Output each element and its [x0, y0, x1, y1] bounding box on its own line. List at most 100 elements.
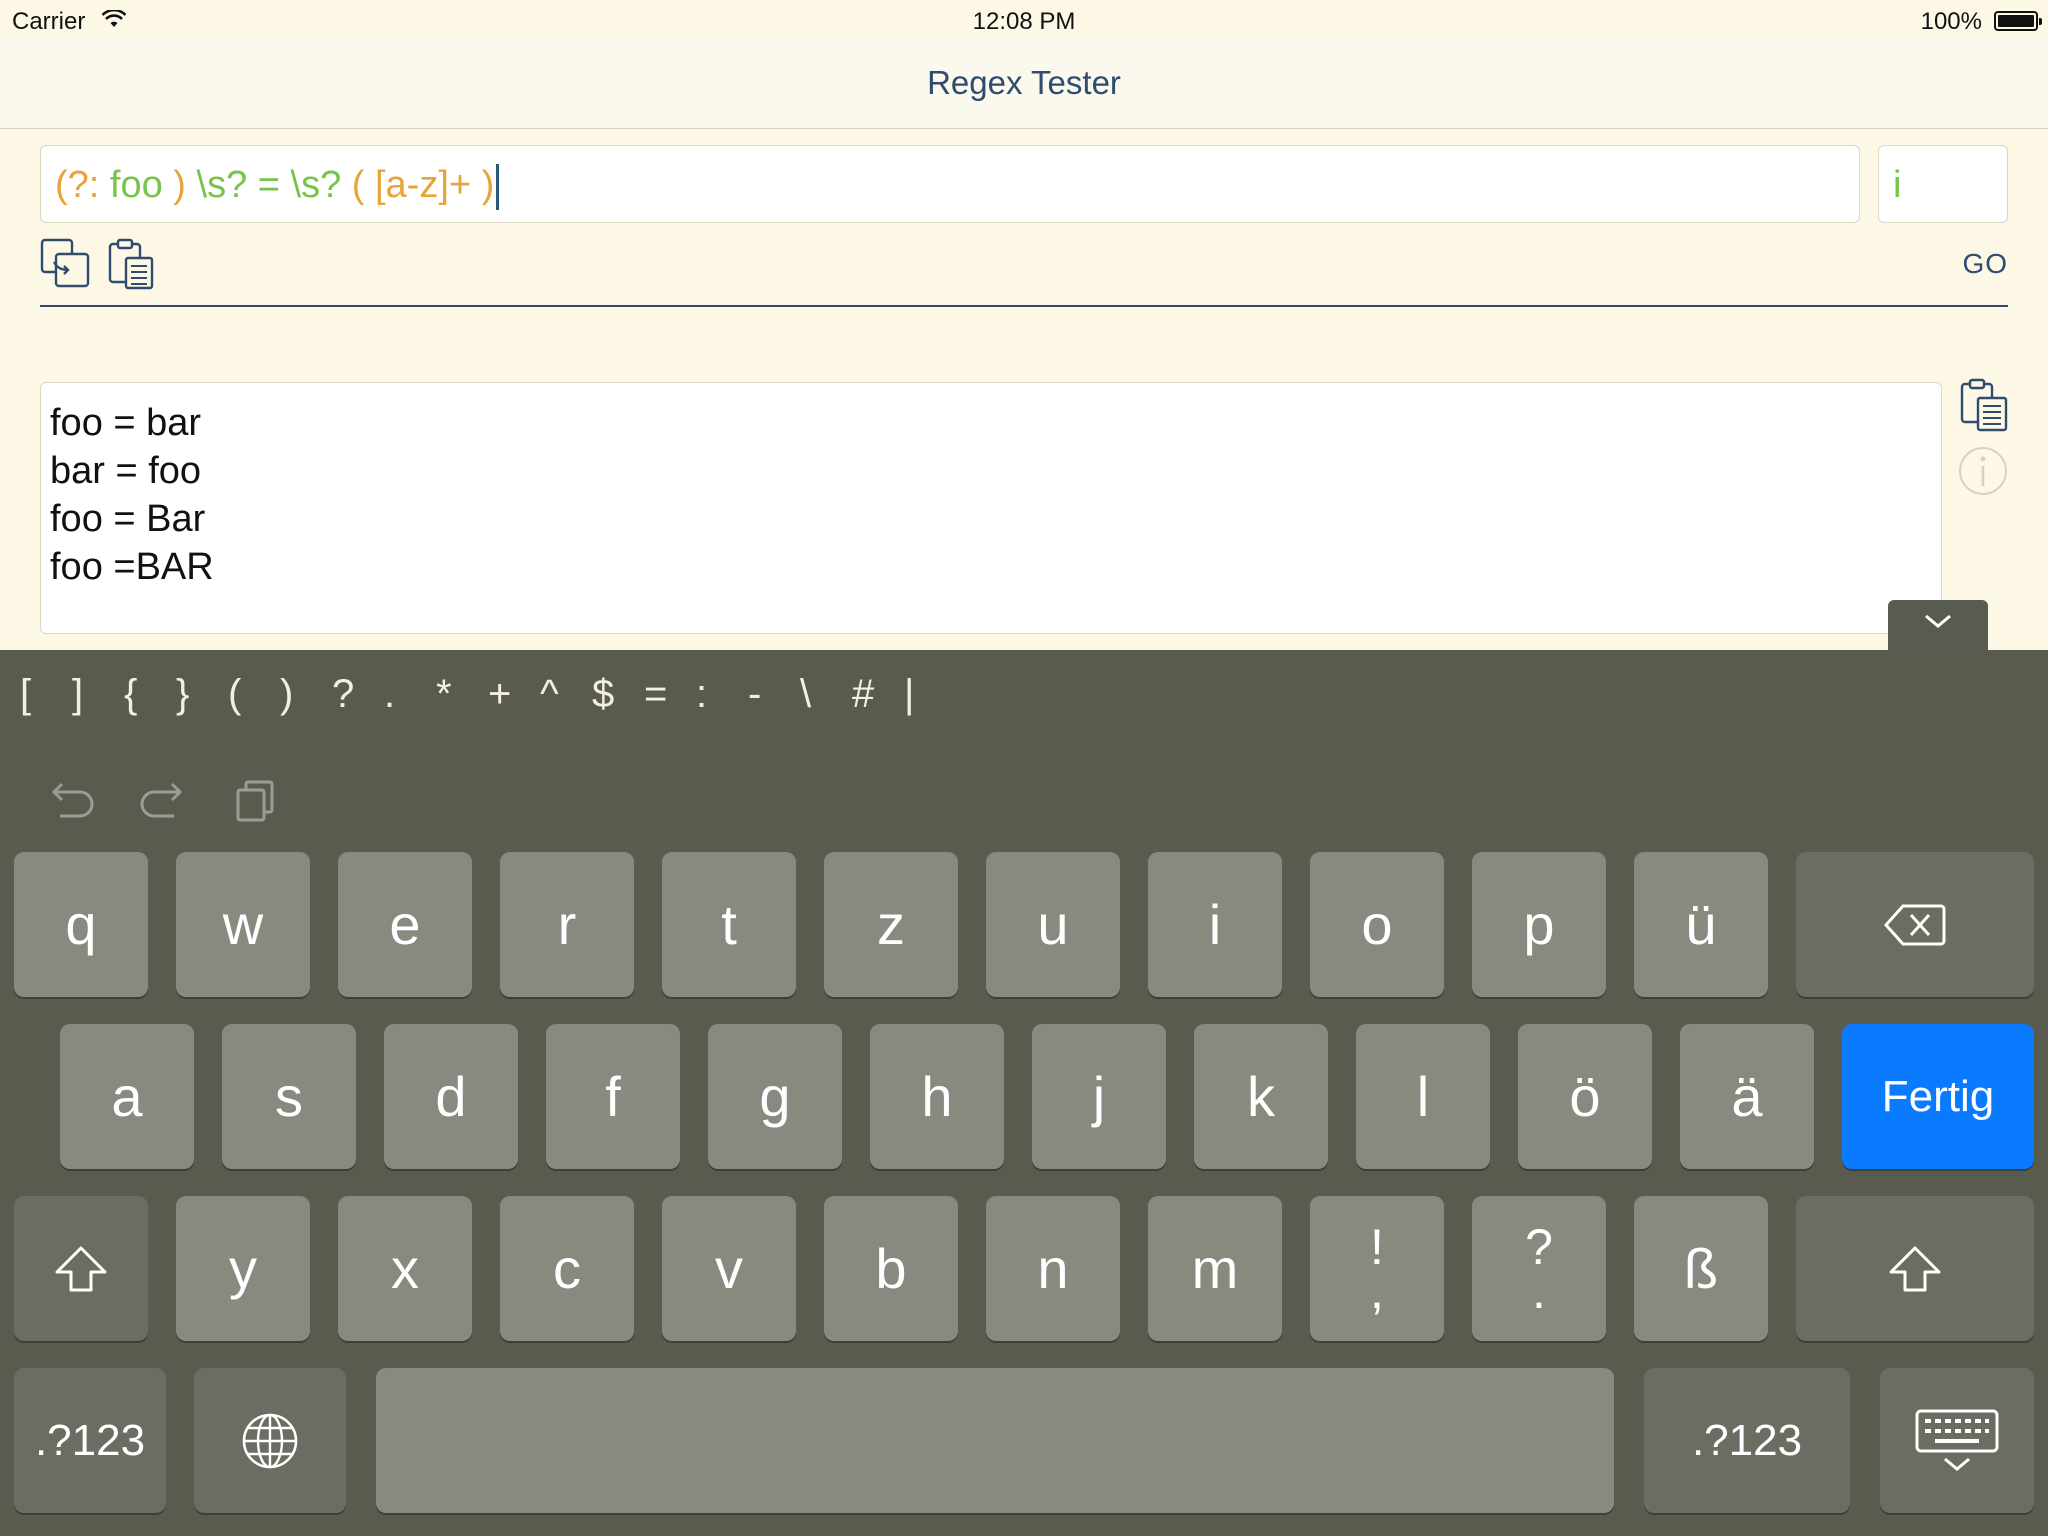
key-b[interactable]: b	[824, 1196, 958, 1341]
test-text-area[interactable]: foo = bar bar = foo foo = Bar foo =BAR	[40, 382, 1942, 634]
test-line: bar = foo	[50, 450, 202, 492]
test-line: foo =BAR	[50, 546, 214, 588]
key-h[interactable]: h	[870, 1024, 1004, 1169]
key-q[interactable]: q	[14, 852, 148, 997]
shift-key-right[interactable]	[1796, 1196, 2034, 1341]
key-exclamation-comma[interactable]: ! ,	[1310, 1196, 1444, 1341]
key-w[interactable]: w	[176, 852, 310, 997]
copy-regex-icon[interactable]	[40, 238, 92, 290]
symbol-key[interactable]: $	[592, 672, 644, 717]
keyboard: []{}()?. * + ^ $ =: - \ # | q w e r t z u i o p ü…	[0, 650, 2048, 1536]
symbol-key[interactable]: }	[176, 672, 228, 717]
key-m[interactable]: m	[1148, 1196, 1282, 1341]
key-i[interactable]: i	[1148, 852, 1282, 997]
globe-key[interactable]	[194, 1368, 346, 1513]
space-bar[interactable]	[376, 1368, 1614, 1513]
symbol-key[interactable]: -	[748, 672, 800, 717]
symbol-key[interactable]: :	[696, 672, 748, 717]
undo-icon[interactable]	[46, 778, 96, 824]
key-p[interactable]: p	[1472, 852, 1606, 997]
text-caret	[496, 164, 500, 210]
backspace-key[interactable]	[1796, 852, 2034, 997]
shift-key-left[interactable]	[14, 1196, 148, 1341]
symbol-key[interactable]: )	[280, 672, 332, 717]
key-e[interactable]: e	[338, 852, 472, 997]
shift-icon	[55, 1246, 107, 1291]
key-question-period[interactable]: ? .	[1472, 1196, 1606, 1341]
symbol-key[interactable]: *	[436, 672, 488, 717]
key-u[interactable]: u	[986, 852, 1120, 997]
regex-token: (?:	[55, 164, 110, 207]
symbol-key[interactable]: =	[644, 672, 696, 717]
key-a-umlaut[interactable]: ä	[1680, 1024, 1814, 1169]
divider	[40, 305, 2008, 307]
regex-token: )	[471, 164, 495, 207]
symbol-key[interactable]: ]	[72, 672, 124, 717]
key-top-char: ?	[1525, 1218, 1553, 1275]
key-y[interactable]: y	[176, 1196, 310, 1341]
key-o[interactable]: o	[1310, 852, 1444, 997]
key-s[interactable]: s	[222, 1024, 356, 1169]
symbol-key[interactable]: |	[904, 672, 956, 717]
key-r[interactable]: r	[500, 852, 634, 997]
numbers-key-left[interactable]: .?123	[14, 1368, 166, 1513]
hide-keyboard-icon	[1915, 1409, 1999, 1471]
regex-input[interactable]: (?: foo ) \s? = \s? ( [a-z]+ )	[40, 145, 1860, 223]
hide-keyboard-key[interactable]	[1880, 1368, 2034, 1513]
done-button[interactable]: Fertig	[1842, 1024, 2034, 1169]
key-j[interactable]: j	[1032, 1024, 1166, 1169]
symbol-key[interactable]: {	[124, 672, 176, 717]
symbol-key[interactable]: (	[228, 672, 280, 717]
symbol-key[interactable]: ^	[540, 672, 592, 717]
key-t[interactable]: t	[662, 852, 796, 997]
flags-input[interactable]: i	[1878, 145, 2008, 223]
regex-token: [a-z]+	[374, 164, 472, 207]
symbol-key[interactable]: +	[488, 672, 540, 717]
key-a[interactable]: a	[60, 1024, 194, 1169]
clock: 12:08 PM	[972, 8, 1076, 35]
key-l[interactable]: l	[1356, 1024, 1490, 1169]
go-button[interactable]: GO	[1962, 248, 2008, 280]
battery-percentage: 100%	[1920, 8, 1982, 35]
symbol-key[interactable]: \	[800, 672, 852, 717]
status-bar: Carrier 12:08 PM 100%	[0, 0, 2048, 40]
regex-token: foo	[109, 164, 174, 207]
test-line: foo = Bar	[50, 498, 206, 540]
flags-value: i	[1893, 164, 1902, 206]
paste-test-icon[interactable]	[1958, 378, 2010, 432]
key-v[interactable]: v	[662, 1196, 796, 1341]
symbol-key[interactable]: #	[852, 672, 904, 717]
info-icon[interactable]	[1958, 446, 2008, 496]
key-top-char: !	[1370, 1218, 1384, 1275]
key-f[interactable]: f	[546, 1024, 680, 1169]
shift-icon	[1889, 1246, 1941, 1291]
key-eszett[interactable]: ß	[1634, 1196, 1768, 1341]
regex-token: )	[173, 164, 197, 207]
regex-symbol-bar: []{}()?. * + ^ $ =: - \ # |	[20, 672, 956, 717]
key-k[interactable]: k	[1194, 1024, 1328, 1169]
clipboard-icon[interactable]	[234, 778, 278, 824]
test-line: foo = bar	[50, 402, 202, 444]
symbol-key[interactable]: ?	[332, 672, 384, 717]
key-z[interactable]: z	[824, 852, 958, 997]
key-o-umlaut[interactable]: ö	[1518, 1024, 1652, 1169]
key-n[interactable]: n	[986, 1196, 1120, 1341]
page-title: Regex Tester	[927, 64, 1121, 101]
key-c[interactable]: c	[500, 1196, 634, 1341]
battery-icon	[1994, 11, 2042, 31]
dismiss-keyboard-tab[interactable]	[1888, 600, 1988, 650]
key-bottom-char: .	[1532, 1262, 1546, 1319]
symbol-key[interactable]: .	[384, 672, 436, 717]
regex-pattern-text: (?: foo ) \s? = \s? ( [a-z]+ )	[55, 164, 500, 210]
key-u-umlaut[interactable]: ü	[1634, 852, 1768, 997]
backspace-icon	[1883, 904, 1946, 945]
key-x[interactable]: x	[338, 1196, 472, 1341]
redo-icon[interactable]	[138, 778, 188, 824]
key-g[interactable]: g	[708, 1024, 842, 1169]
key-d[interactable]: d	[384, 1024, 518, 1169]
regex-token: (	[351, 164, 375, 207]
globe-icon	[242, 1413, 298, 1468]
paste-icon[interactable]	[106, 238, 158, 290]
numbers-key-right[interactable]: .?123	[1644, 1368, 1850, 1513]
symbol-key[interactable]: [	[20, 672, 72, 717]
